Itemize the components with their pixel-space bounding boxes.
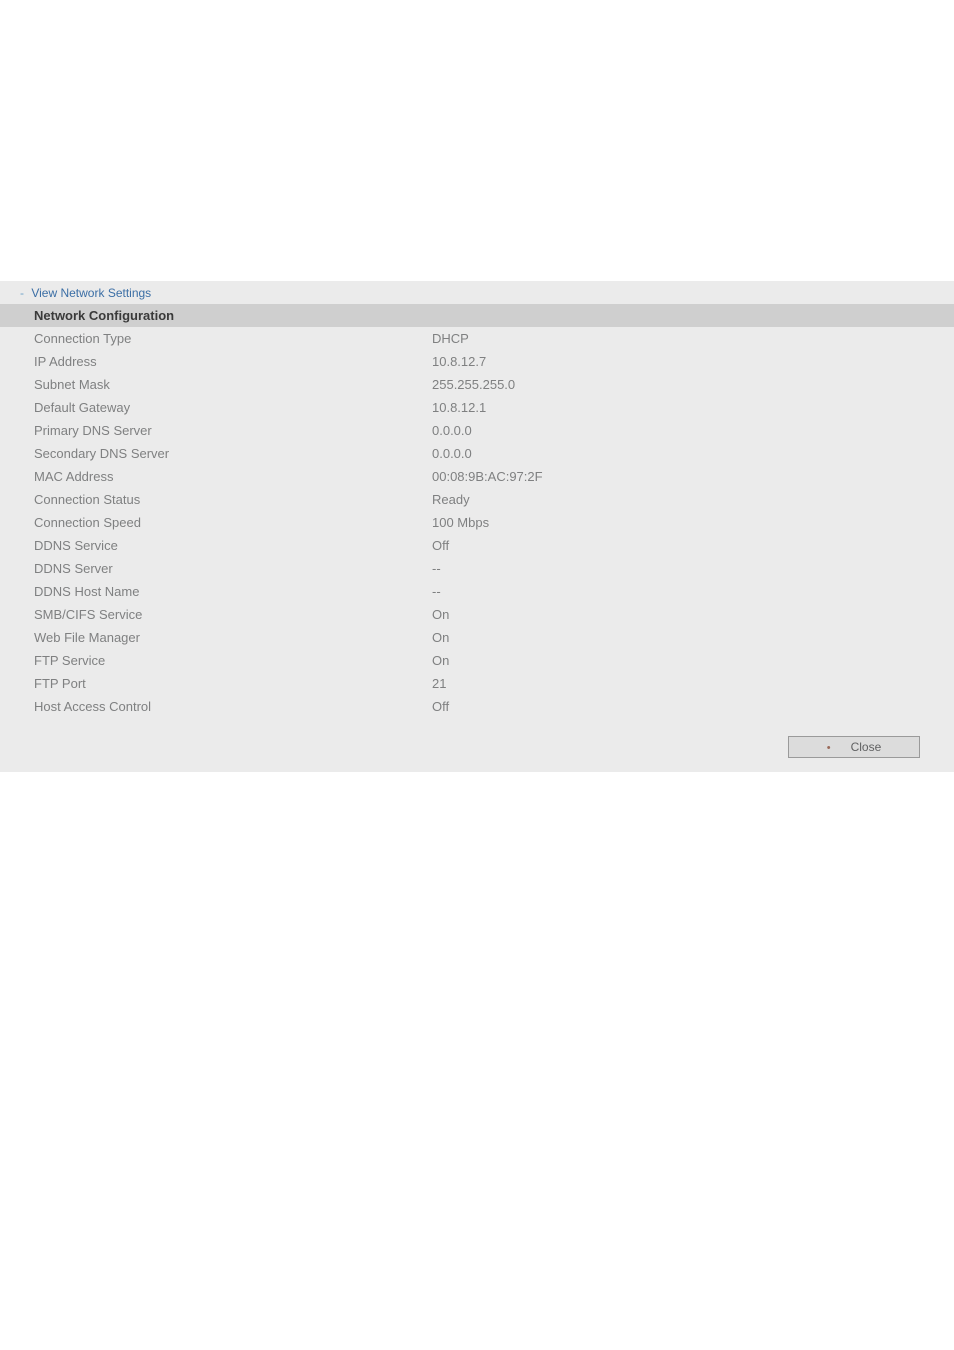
label-web-file-manager: Web File Manager <box>0 626 398 649</box>
row-connection-speed: Connection Speed 100 Mbps <box>0 511 954 534</box>
collapse-indicator[interactable]: - <box>20 286 24 300</box>
value-ip-address: 10.8.12.7 <box>398 350 954 373</box>
network-config-table: Connection Type DHCP IP Address 10.8.12.… <box>0 327 954 736</box>
label-connection-speed: Connection Speed <box>0 511 398 534</box>
label-ftp-port: FTP Port <box>0 672 398 695</box>
label-host-access-control: Host Access Control <box>0 695 398 718</box>
value-connection-type: DHCP <box>398 327 954 350</box>
value-host-access-control: Off <box>398 695 954 718</box>
label-mac-address: MAC Address <box>0 465 398 488</box>
value-mac-address: 00:08:9B:AC:97:2F <box>398 465 954 488</box>
label-ip-address: IP Address <box>0 350 398 373</box>
row-ftp-service: FTP Service On <box>0 649 954 672</box>
value-primary-dns: 0.0.0.0 <box>398 419 954 442</box>
row-ftp-port: FTP Port 21 <box>0 672 954 695</box>
spacer-row <box>0 718 954 736</box>
close-button[interactable]: • Close <box>788 736 920 758</box>
value-connection-status: Ready <box>398 488 954 511</box>
panel-footer: • Close <box>0 736 954 758</box>
value-secondary-dns: 0.0.0.0 <box>398 442 954 465</box>
value-ftp-port: 21 <box>398 672 954 695</box>
row-primary-dns: Primary DNS Server 0.0.0.0 <box>0 419 954 442</box>
row-mac-address: MAC Address 00:08:9B:AC:97:2F <box>0 465 954 488</box>
label-smb-cifs-service: SMB/CIFS Service <box>0 603 398 626</box>
panel-title-line: - View Network Settings <box>0 284 954 304</box>
section-header: Network Configuration <box>0 304 954 327</box>
row-connection-status: Connection Status Ready <box>0 488 954 511</box>
row-host-access-control: Host Access Control Off <box>0 695 954 718</box>
value-connection-speed: 100 Mbps <box>398 511 954 534</box>
row-ddns-service: DDNS Service Off <box>0 534 954 557</box>
row-subnet-mask: Subnet Mask 255.255.255.0 <box>0 373 954 396</box>
row-default-gateway: Default Gateway 10.8.12.1 <box>0 396 954 419</box>
row-ddns-host-name: DDNS Host Name -- <box>0 580 954 603</box>
value-web-file-manager: On <box>398 626 954 649</box>
row-secondary-dns: Secondary DNS Server 0.0.0.0 <box>0 442 954 465</box>
value-ddns-service: Off <box>398 534 954 557</box>
value-default-gateway: 10.8.12.1 <box>398 396 954 419</box>
network-settings-panel: - View Network Settings Network Configur… <box>0 281 954 772</box>
label-ddns-host-name: DDNS Host Name <box>0 580 398 603</box>
label-connection-type: Connection Type <box>0 327 398 350</box>
label-primary-dns: Primary DNS Server <box>0 419 398 442</box>
row-ip-address: IP Address 10.8.12.7 <box>0 350 954 373</box>
value-subnet-mask: 255.255.255.0 <box>398 373 954 396</box>
row-ddns-server: DDNS Server -- <box>0 557 954 580</box>
value-ftp-service: On <box>398 649 954 672</box>
label-connection-status: Connection Status <box>0 488 398 511</box>
label-secondary-dns: Secondary DNS Server <box>0 442 398 465</box>
row-web-file-manager: Web File Manager On <box>0 626 954 649</box>
row-connection-type: Connection Type DHCP <box>0 327 954 350</box>
bullet-icon: • <box>827 742 831 754</box>
row-smb-cifs-service: SMB/CIFS Service On <box>0 603 954 626</box>
panel-title[interactable]: View Network Settings <box>31 286 151 300</box>
label-subnet-mask: Subnet Mask <box>0 373 398 396</box>
label-ftp-service: FTP Service <box>0 649 398 672</box>
label-ddns-server: DDNS Server <box>0 557 398 580</box>
value-smb-cifs-service: On <box>398 603 954 626</box>
close-button-label: Close <box>851 740 882 754</box>
value-ddns-host-name: -- <box>398 580 954 603</box>
label-default-gateway: Default Gateway <box>0 396 398 419</box>
label-ddns-service: DDNS Service <box>0 534 398 557</box>
value-ddns-server: -- <box>398 557 954 580</box>
